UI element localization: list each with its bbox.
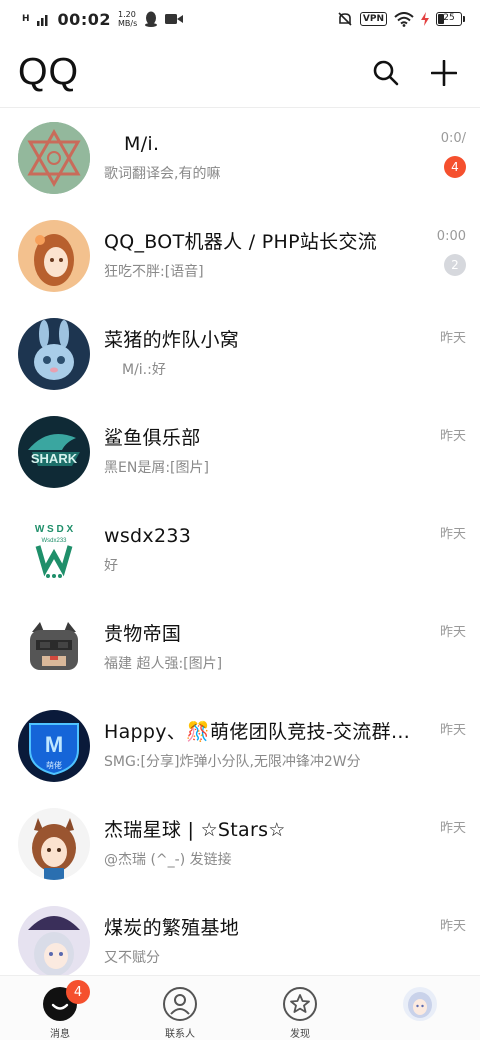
page-title: QQ <box>18 51 80 93</box>
conversation-name: 贵物帝国 <box>104 623 182 645</box>
conversation-name: Happy、🎊萌佬团队竞技-交流群… <box>104 721 411 743</box>
battery-indicator: 25 <box>436 12 465 26</box>
conversation-time: 0:0/ <box>440 131 466 146</box>
conversation-name: 煤炭的繁殖基地 <box>104 917 240 939</box>
tab-discover[interactable]: 发现 <box>240 976 360 1040</box>
wsdx-logo-avatar: W S D X Wsdx233 <box>18 514 90 586</box>
avatar: SHARK <box>18 416 90 488</box>
avatar <box>18 122 90 194</box>
avatar: W S D X Wsdx233 <box>18 514 90 586</box>
video-icon <box>165 14 184 24</box>
tab-label: 发现 <box>290 1029 310 1040</box>
conversation-time: 昨天 <box>439 919 466 934</box>
unread-badge: 4 <box>444 156 466 178</box>
conversation-preview: @杰瑞 (^_-) 发链接 <box>104 852 232 868</box>
conversation-time: 昨天 <box>439 625 466 640</box>
add-button[interactable] <box>430 59 458 87</box>
conversation-preview: 好 <box>104 558 118 574</box>
signal-icon <box>36 15 48 26</box>
conversation-time: 昨天 <box>439 723 466 738</box>
conversation-time: 昨天 <box>439 527 466 542</box>
app-header: QQ <box>0 38 480 108</box>
conversation-item[interactable]: W S D X Wsdx233 wsdx233 好 昨天 <box>0 501 480 599</box>
team-logo-text: 萌佬 <box>46 760 62 770</box>
avatar <box>18 220 90 292</box>
bunny-avatar <box>18 318 90 390</box>
anime-girl-avatar <box>18 220 90 292</box>
battery-level: 25 <box>443 13 455 23</box>
tab-label: 消息 <box>50 1029 70 1040</box>
plus-icon <box>431 59 457 86</box>
network-speed: 1.20 MB/s <box>118 10 137 28</box>
witch-girl-avatar <box>18 906 90 975</box>
search-icon <box>373 60 399 85</box>
wifi-icon <box>394 11 414 27</box>
conversation-item[interactable]: SHARK 鲨鱼俱乐部 黑EN是屑:[图片] 昨天 <box>0 403 480 501</box>
unread-badge: 2 <box>444 254 466 276</box>
wsdx-letters: W S D X <box>35 524 74 535</box>
avatar <box>18 612 90 684</box>
conversation-item[interactable]: 杰瑞星球 | ☆Stars☆ @杰瑞 (^_-) 发链接 昨天 <box>0 795 480 893</box>
avatar <box>18 808 90 880</box>
mute-icon <box>338 12 352 26</box>
conversation-name: 菜猪的炸队小窝 <box>104 329 240 351</box>
conversation-preview: 福建 超人强:[图片] <box>104 656 223 672</box>
conversation-preview: 黑EN是屑:[图片] <box>104 460 209 476</box>
wsdx-sub: Wsdx233 <box>41 538 67 544</box>
conversation-time: 昨天 <box>439 821 466 836</box>
conversation-name: M/i. <box>124 133 160 155</box>
profile-avatar <box>402 986 438 1022</box>
contacts-icon <box>162 986 198 1022</box>
clock: 00:02 <box>57 9 111 29</box>
conversation-item[interactable]: 菜猪的炸队小窝 M/i.:好 昨天 <box>0 305 480 403</box>
shark-logo-avatar: SHARK <box>18 416 90 488</box>
qq-penguin-icon <box>145 11 158 27</box>
conversation-item[interactable]: M 萌佬 Happy、🎊萌佬团队竞技-交流群… SMG:[分享]炸弹小分队,无限… <box>0 697 480 795</box>
conversation-preview: 歌词翻译会,有的嘛 <box>104 166 221 182</box>
conversation-time: 0:00 <box>436 229 466 244</box>
tab-profile[interactable] <box>360 976 480 1040</box>
vpn-badge: VPN <box>359 12 387 26</box>
conversation-item[interactable]: 煤炭的繁殖基地 又不赋分 昨天 <box>0 893 480 975</box>
star-icon <box>282 986 318 1022</box>
avatar <box>18 318 90 390</box>
shark-logo-text: SHARK <box>31 451 78 466</box>
conversation-preview: SMG:[分享]炸弹小分队,无限冲锋冲2W分 <box>104 754 361 770</box>
star-of-david-avatar <box>18 122 90 194</box>
conversation-time: 昨天 <box>439 331 466 346</box>
conversation-item[interactable]: 贵物帝国 福建 超人强:[图片] 昨天 <box>0 599 480 697</box>
conversation-item[interactable]: QQ_BOT机器人 / PHP站长交流 狂吃不胖:[语音] 0:00 2 <box>0 207 480 305</box>
tab-contacts[interactable]: 联系人 <box>120 976 240 1040</box>
conversation-list[interactable]: M/i. 歌词翻译会,有的嘛 0:0/ 4 QQ_BOT机器人 / PHP站长交… <box>0 109 480 975</box>
messages-unread-badge: 4 <box>66 980 90 1004</box>
tab-messages[interactable]: 4 消息 <box>0 976 120 1040</box>
speed-value: 1.20 <box>117 10 136 19</box>
pixel-cat-avatar <box>18 612 90 684</box>
conversation-name: 杰瑞星球 | ☆Stars☆ <box>104 819 286 841</box>
conversation-preview: 又不赋分 <box>104 950 160 966</box>
conversation-preview: 狂吃不胖:[语音] <box>104 264 204 280</box>
conversation-time: 昨天 <box>439 429 466 444</box>
team-logo-avatar: M 萌佬 <box>18 710 90 782</box>
tab-label: 联系人 <box>165 1029 195 1040</box>
horse-girl-avatar <box>18 808 90 880</box>
charging-icon <box>421 12 429 26</box>
conversation-name: 鲨鱼俱乐部 <box>104 427 201 449</box>
status-bar: H 00:02 1.20 MB/s VPN 25 <box>0 0 480 38</box>
speed-unit: MB/s <box>117 19 138 28</box>
conversation-name: wsdx233 <box>104 525 192 547</box>
conversation-preview: M/i.:好 <box>122 362 166 378</box>
conversation-name: QQ_BOT机器人 / PHP站长交流 <box>104 231 378 253</box>
avatar: M 萌佬 <box>18 710 90 782</box>
search-button[interactable] <box>372 59 400 87</box>
network-type: H <box>22 13 30 24</box>
conversation-item[interactable]: M/i. 歌词翻译会,有的嘛 0:0/ 4 <box>0 109 480 207</box>
bottom-tab-bar: 4 消息 联系人 发现 <box>0 975 480 1040</box>
team-logo-letter: M <box>45 732 63 757</box>
avatar <box>18 906 90 975</box>
